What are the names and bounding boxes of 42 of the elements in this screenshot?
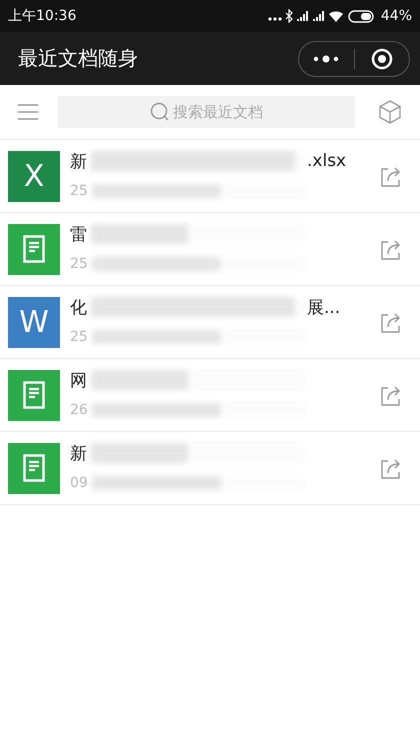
share-button[interactable] (380, 311, 402, 333)
cube-button[interactable] (379, 100, 401, 124)
search-icon (150, 102, 170, 122)
share-button[interactable] (380, 238, 402, 260)
file-row[interactable]: 网 26 (0, 359, 420, 432)
file-row[interactable]: W 化 展... 25 (0, 286, 420, 359)
share-icon (380, 311, 402, 333)
more-icon (313, 54, 340, 62)
file-time: 25 (70, 183, 88, 199)
file-name: 新 (70, 442, 87, 464)
share-icon (380, 238, 402, 260)
file-type-icon: X (8, 150, 60, 202)
file-time: 09 (70, 475, 88, 491)
file-time: 25 (70, 256, 88, 272)
battery-percentage: 44% (380, 8, 412, 24)
share-button[interactable] (380, 165, 402, 187)
cube-icon (379, 100, 401, 124)
target-icon (370, 48, 393, 70)
document-icon (23, 235, 45, 263)
file-row[interactable]: X 新 .xlsx 25 (0, 140, 420, 213)
file-name: 展... (307, 296, 340, 318)
document-icon (23, 454, 45, 482)
clock-time: 上午10:36 (8, 7, 76, 25)
file-row[interactable]: 新 09 (0, 432, 420, 505)
file-name: 雷 (70, 224, 87, 246)
share-button[interactable] (380, 384, 402, 406)
page-title: 最近文档随身 (18, 45, 138, 72)
file-time: 25 (70, 329, 88, 345)
share-button[interactable] (380, 457, 402, 479)
file-name: 化 (70, 296, 87, 318)
document-icon (23, 381, 45, 409)
file-time: 26 (70, 402, 88, 418)
share-icon (380, 457, 402, 479)
file-row[interactable]: 雷 25 (0, 213, 420, 286)
file-name: 新 (70, 150, 87, 172)
menu-button[interactable] (18, 104, 38, 120)
file-name: .xlsx (307, 151, 346, 171)
file-name: 网 (70, 370, 87, 392)
share-icon (380, 384, 402, 406)
menu-icon (18, 104, 38, 120)
file-type-icon: W (8, 296, 60, 348)
share-icon (380, 165, 402, 187)
